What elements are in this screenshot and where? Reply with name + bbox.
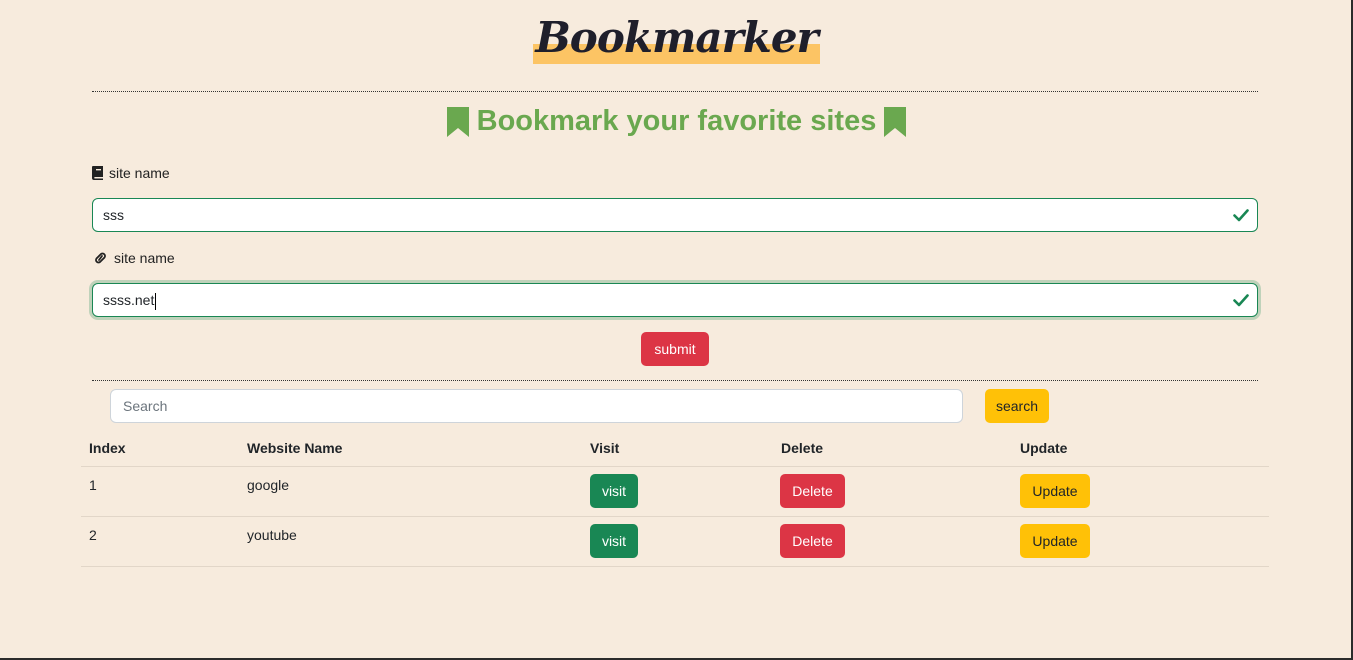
bookmark-icon	[446, 106, 469, 137]
table-header-divider	[81, 466, 1269, 467]
site-url-label-text: site name	[114, 250, 175, 266]
site-name-label-text: site name	[109, 165, 170, 181]
check-icon	[1233, 209, 1249, 222]
row-index: 2	[89, 527, 97, 543]
row-divider	[81, 516, 1269, 517]
header-website-name: Website Name	[247, 440, 343, 456]
headline-text: Bookmark your favorite sites	[476, 105, 877, 137]
divider-bottom	[92, 380, 1258, 381]
update-button[interactable]: Update	[1020, 474, 1090, 508]
form-headline: Bookmark your favorite sites	[0, 105, 1353, 138]
header-delete: Delete	[781, 440, 824, 456]
row-index: 1	[89, 477, 97, 493]
site-url-input-value: ssss.net	[103, 292, 155, 308]
link-icon	[95, 252, 106, 264]
book-icon	[92, 166, 103, 180]
brand-header: Bookmarker	[0, 12, 1353, 64]
visit-button[interactable]: visit	[590, 474, 638, 508]
site-name-input[interactable]: sss	[92, 198, 1258, 232]
submit-button[interactable]: submit	[641, 332, 709, 366]
row-website-name: youtube	[247, 527, 297, 543]
visit-button[interactable]: visit	[590, 524, 638, 558]
header-update: Update	[1020, 440, 1068, 456]
site-name-label: site name	[92, 165, 170, 181]
header-index: Index	[89, 440, 126, 456]
delete-button[interactable]: Delete	[780, 474, 845, 508]
delete-button[interactable]: Delete	[780, 524, 845, 558]
site-url-label: site name	[92, 250, 175, 266]
row-website-name: google	[247, 477, 290, 493]
text-caret	[155, 292, 157, 310]
divider-top	[92, 91, 1258, 92]
bookmark-icon	[884, 106, 907, 137]
search-input[interactable]: Search	[110, 389, 963, 423]
site-url-input[interactable]: ssss.net	[92, 283, 1258, 317]
header-visit: Visit	[590, 440, 620, 456]
update-button[interactable]: Update	[1020, 524, 1090, 558]
row-divider	[81, 566, 1269, 567]
search-button[interactable]: search	[985, 389, 1049, 423]
brand-title: Bookmarker	[533, 12, 820, 64]
check-icon	[1233, 294, 1249, 307]
site-name-input-value: sss	[103, 207, 124, 223]
